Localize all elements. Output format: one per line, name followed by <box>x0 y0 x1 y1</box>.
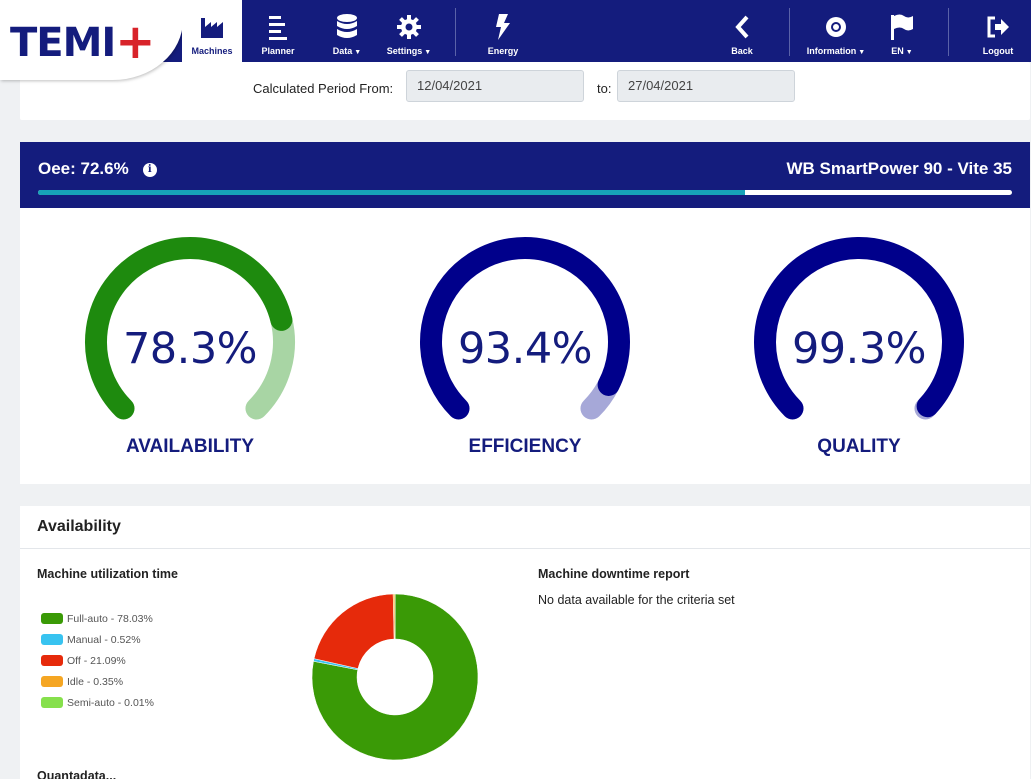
nav-back[interactable]: Back <box>722 0 762 62</box>
downtime-empty-message: No data available for the criteria set <box>538 593 735 607</box>
utilization-legend: Full-auto - 78.03% Manual - 0.52% Off - 21… <box>41 608 154 713</box>
efficiency-label: EFFICIENCY <box>468 436 582 457</box>
nav-divider <box>948 8 949 56</box>
legend-label: Full-auto - 78.03% <box>67 612 153 625</box>
nav-divider <box>455 8 456 56</box>
nav-information-label: Information <box>806 46 857 56</box>
nav-language-label: EN <box>891 46 904 56</box>
nav-planner[interactable]: Planner <box>255 0 301 62</box>
quality-label: QUALITY <box>817 436 901 457</box>
nav-planner-label: Planner <box>261 46 295 56</box>
nav-logout-label: Logout <box>982 46 1014 56</box>
gauge-availability: 78.3% AVAILABILITY <box>60 222 320 462</box>
oee-progress-bar <box>38 190 1012 195</box>
legend-item[interactable]: Full-auto - 78.03% <box>41 608 154 629</box>
nav-language[interactable]: EN ▼ <box>882 0 922 62</box>
availability-label: AVAILABILITY <box>125 436 255 457</box>
period-from-field[interactable]: 12/04/2021 <box>406 70 584 102</box>
chevron-left-icon <box>729 14 755 40</box>
nav-back-label: Back <box>731 46 753 56</box>
oee-value-text: Oee: 72.6% <box>38 159 129 178</box>
bolt-icon <box>490 14 516 40</box>
nav-logout[interactable]: Logout <box>975 0 1021 62</box>
oee-header: Oee: 72.6% i WB SmartPower 90 - Vite 35 <box>20 142 1030 208</box>
nav-machines[interactable]: Machines <box>182 0 242 62</box>
period-to-label: to: <box>597 81 612 96</box>
factory-icon <box>199 14 225 40</box>
legend-swatch <box>41 676 63 687</box>
period-from-label: Calculated Period From: <box>253 81 394 96</box>
legend-item[interactable]: Semi-auto - 0.01% <box>41 692 154 713</box>
nav-divider <box>789 8 790 56</box>
nav-settings-label: Settings <box>386 46 423 56</box>
gauge-quality: 99.3% QUALITY <box>729 222 989 462</box>
nav-energy[interactable]: Energy <box>472 0 534 62</box>
machine-name: WB SmartPower 90 - Vite 35 <box>786 159 1013 178</box>
gauge-efficiency: 93.4% EFFICIENCY <box>395 222 655 462</box>
oee-card: Oee: 72.6% i WB SmartPower 90 - Vite 35 7… <box>20 142 1030 484</box>
nav-data-label: Data <box>332 46 353 56</box>
legend-item[interactable]: Idle - 0.35% <box>41 671 154 692</box>
legend-label: Manual - 0.52% <box>67 633 141 646</box>
legend-label: Off - 21.09% <box>67 654 126 667</box>
quality-value: 99.3% <box>791 324 927 374</box>
efficiency-value: 93.4% <box>457 324 593 374</box>
nav-settings[interactable]: Settings ▼ <box>381 0 437 62</box>
availability-value: 78.3% <box>122 324 258 374</box>
donut-slice-off[interactable] <box>313 593 395 669</box>
flag-icon <box>889 14 915 40</box>
legend-swatch <box>41 655 63 666</box>
legend-item[interactable]: Off - 21.09% <box>41 650 154 671</box>
lines-icon <box>265 14 291 40</box>
legend-swatch <box>41 613 63 624</box>
downtime-title: Machine downtime report <box>538 567 690 581</box>
utilization-donut-chart <box>311 593 479 761</box>
legend-label: Idle - 0.35% <box>67 675 124 688</box>
oee-title: Oee: 72.6% i <box>38 159 157 179</box>
period-to-field[interactable]: 27/04/2021 <box>617 70 795 102</box>
lifebuoy-icon <box>823 14 849 40</box>
legend-item[interactable]: Manual - 0.52% <box>41 629 154 650</box>
oee-progress-fill <box>38 190 746 195</box>
availability-header: Availability <box>20 506 1030 549</box>
logout-icon <box>985 14 1011 40</box>
gear-icon <box>396 14 422 40</box>
nav-information[interactable]: Information ▼ <box>800 0 872 62</box>
legend-swatch <box>41 634 63 645</box>
nav-machines-label: Machines <box>191 46 233 56</box>
next-section-title: Quantadata... <box>37 769 117 779</box>
info-icon[interactable]: i <box>142 163 157 177</box>
period-card: Calculated Period From: 12/04/2021 to: 2… <box>20 62 1030 120</box>
company-logo: TEMI+ <box>10 14 156 70</box>
nav-data[interactable]: Data ▼ <box>322 0 372 62</box>
database-icon <box>334 14 360 40</box>
utilization-title: Machine utilization time <box>37 567 178 581</box>
nav-energy-label: Energy <box>487 46 519 56</box>
legend-swatch <box>41 697 63 708</box>
legend-label: Semi-auto - 0.01% <box>67 696 154 709</box>
availability-title: Availability <box>37 518 121 535</box>
availability-card: Availability Machine utilization time Ma… <box>20 506 1030 779</box>
